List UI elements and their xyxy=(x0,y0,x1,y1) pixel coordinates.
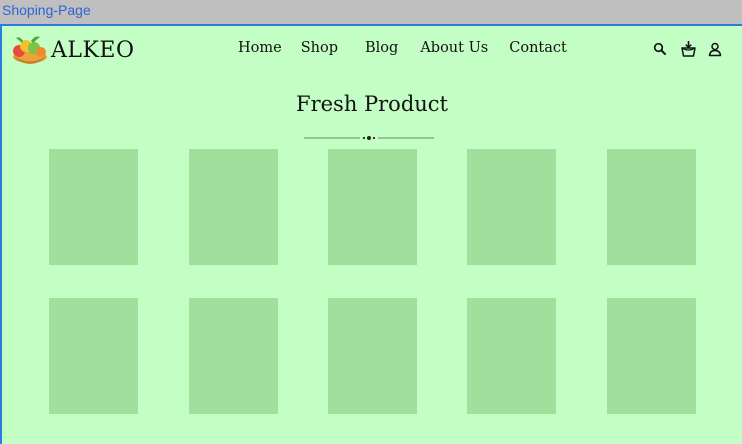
product-card[interactable] xyxy=(189,298,278,414)
brand-name: ALKEO xyxy=(51,37,135,63)
product-card[interactable] xyxy=(328,298,417,414)
search-icon[interactable] xyxy=(650,39,670,59)
page-frame: ALKEO Home Shop Blog About Us Contact Fr… xyxy=(0,24,742,444)
window-title: Shoping-Page xyxy=(2,2,91,18)
tab-bar: Shoping-Page xyxy=(0,0,742,24)
section-title: Fresh Product xyxy=(296,92,448,116)
product-card[interactable] xyxy=(467,149,556,265)
cart-icon[interactable] xyxy=(677,38,699,60)
product-card[interactable] xyxy=(467,298,556,414)
product-card[interactable] xyxy=(49,149,138,265)
header-icons xyxy=(650,38,725,60)
product-card[interactable] xyxy=(328,149,417,265)
nav-about-us[interactable]: About Us xyxy=(420,40,488,56)
nav-blog[interactable]: Blog xyxy=(365,40,398,56)
nav-home[interactable]: Home xyxy=(238,40,282,56)
nav-contact[interactable]: Contact xyxy=(509,40,567,56)
section-divider xyxy=(304,127,434,140)
fruit-bowl-icon xyxy=(9,34,51,66)
product-card[interactable] xyxy=(607,149,696,265)
product-card[interactable] xyxy=(189,149,278,265)
user-icon[interactable] xyxy=(705,39,725,59)
header: ALKEO Home Shop Blog About Us Contact xyxy=(2,26,742,76)
nav-shop[interactable]: Shop xyxy=(301,40,338,56)
main-nav: Home Shop Blog About Us Contact xyxy=(238,40,567,56)
product-card[interactable] xyxy=(49,298,138,414)
logo[interactable]: ALKEO xyxy=(9,34,135,66)
product-card[interactable] xyxy=(607,298,696,414)
